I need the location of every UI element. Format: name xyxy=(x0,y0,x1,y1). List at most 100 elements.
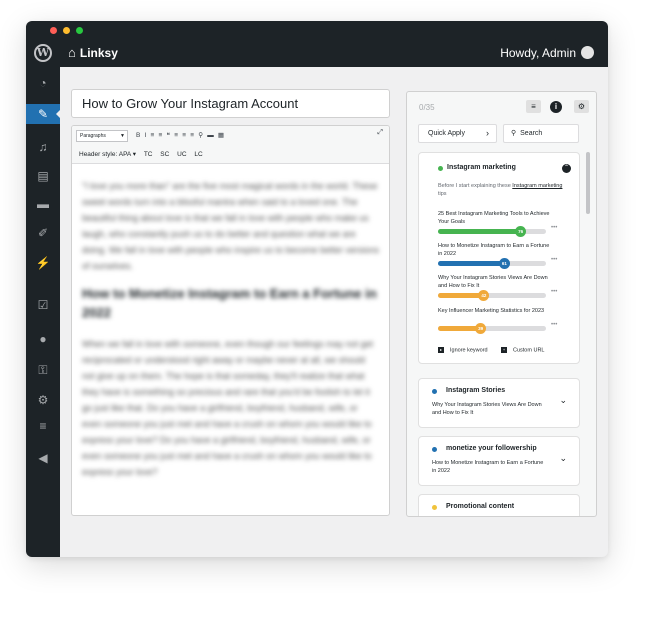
context-text: Before I start explaining these xyxy=(438,183,511,189)
wordpress-logo-icon[interactable]: W xyxy=(34,44,52,62)
media-icon[interactable]: ♫ xyxy=(26,137,60,157)
format-select[interactable]: Paragraphs ▼ xyxy=(76,130,128,142)
status-dot xyxy=(432,505,437,510)
status-dot xyxy=(438,166,443,171)
suggestion-title[interactable]: Key Influencer Marketing Statistics for … xyxy=(438,307,553,315)
info-icon[interactable]: i xyxy=(550,101,562,113)
editor-content[interactable]: "I love you more than" are the five most… xyxy=(82,178,379,490)
status-dot xyxy=(432,389,437,394)
filter-icon[interactable]: ≡ xyxy=(526,100,541,113)
top-suggestion: How to Monetize Instagram to Earn a Fort… xyxy=(432,460,544,474)
more-options-icon[interactable]: ••• xyxy=(551,257,557,263)
relevance-score-badge[interactable]: 39 xyxy=(475,323,487,334)
browser-window: W ⌂ Linksy Howdy, Admin ◔ ✎ ♫ ▤ ▬ ✐ ⚡ ☑ ● ⚿ ⚙ ≡ ◀ How… xyxy=(26,21,608,557)
window-titlebar xyxy=(26,21,608,39)
site-name: Linksy xyxy=(79,46,118,60)
search-button[interactable]: ⚲ Search xyxy=(503,124,579,143)
pages-icon[interactable]: ▤ xyxy=(26,166,60,186)
caret-down-icon: ▾ xyxy=(132,151,136,158)
post-editor: How to Grow Your Instagram Account Parag… xyxy=(71,89,390,516)
context-text: tips xyxy=(438,191,447,197)
close-window-button[interactable] xyxy=(50,27,57,34)
avatar[interactable] xyxy=(581,46,594,59)
header-style-bar: Header style: APA ▾ TC SC UC LC xyxy=(79,150,203,158)
more-options-icon[interactable]: ••• xyxy=(551,225,557,231)
chevron-double-down-icon[interactable]: ⌄ xyxy=(559,453,567,464)
admin-sidebar: ◔ ✎ ♫ ▤ ▬ ✐ ⚡ ☑ ● ⚿ ⚙ ≡ ◀ xyxy=(26,67,61,557)
chevron-double-down-icon[interactable]: ⌄ xyxy=(559,511,567,516)
pin-icon[interactable]: ✎ xyxy=(26,104,61,124)
maximize-window-button[interactable] xyxy=(76,27,83,34)
suggestion-title[interactable]: Why Your Instagram Stories Views Are Dow… xyxy=(438,274,553,290)
minimize-window-button[interactable] xyxy=(63,27,70,34)
appearance-icon[interactable]: ✐ xyxy=(26,223,60,243)
content-heading: How to Monetize Instagram to Earn a Fort… xyxy=(82,286,377,320)
relevance-fill xyxy=(438,229,521,234)
content-paragraph: "I love you more than" are the five most… xyxy=(82,181,379,271)
keyword-title[interactable]: monetize your followership xyxy=(446,445,537,452)
case-tc-button[interactable]: TC xyxy=(144,151,153,158)
suggestion-title[interactable]: How to Monetize Instagram to Earn a Fort… xyxy=(438,242,553,258)
users-icon[interactable]: ● xyxy=(26,329,60,349)
tools-icon[interactable]: ⚿ xyxy=(26,360,60,380)
comments-icon[interactable]: ▬ xyxy=(26,194,60,214)
relevance-score-badge[interactable]: 42 xyxy=(478,290,490,301)
case-lc-button[interactable]: LC xyxy=(194,151,202,158)
sliders-icon[interactable]: ≡ xyxy=(26,416,60,436)
relevance-score-badge[interactable]: 61 xyxy=(498,258,510,269)
ignore-keyword-label: Ignore keyword xyxy=(450,347,488,354)
add-icon: + xyxy=(501,347,507,353)
home-icon: ⌂ xyxy=(68,45,76,60)
keyword-card-collapsed[interactable]: monetize your followership How to Monetiz… xyxy=(418,436,580,486)
keyword-context: Before I start explaining these Instagra… xyxy=(438,182,568,198)
relevance-slider[interactable]: 39 xyxy=(438,323,546,334)
case-sc-button[interactable]: SC xyxy=(160,151,169,158)
fullscreen-icon[interactable]: ⤢ xyxy=(377,129,383,137)
keyword-title[interactable]: Instagram Stories xyxy=(446,387,505,394)
header-style-select[interactable]: Header style: APA xyxy=(79,151,131,158)
applied-count: 0/35 xyxy=(419,103,435,112)
suggestion-title[interactable]: 25 Best Instagram Marketing Tools to Ach… xyxy=(438,210,553,226)
keyword-title[interactable]: Promotional content xyxy=(446,503,514,510)
classic-editor: Paragraphs ▼ B I ≡ ≡ ❝ ≡ ≡ ≡ ⚲ ▬ ▦ ⤢ Hea… xyxy=(71,125,390,516)
panel-scrollbar[interactable] xyxy=(586,152,590,214)
context-keyword-link[interactable]: Instagram marketing xyxy=(512,183,562,189)
dashboard-icon[interactable]: ◔ xyxy=(26,73,60,93)
more-options-icon[interactable]: ••• xyxy=(551,289,557,295)
linksy-icon[interactable]: ☑ xyxy=(26,295,60,315)
relevance-fill xyxy=(438,261,504,266)
formatting-buttons[interactable]: B I ≡ ≡ ❝ ≡ ≡ ≡ ⚲ ▬ ▦ xyxy=(136,131,225,139)
howdy-admin-link[interactable]: Howdy, Admin xyxy=(500,46,576,60)
plugins-icon[interactable]: ⚡ xyxy=(26,253,60,273)
admin-bar: W ⌂ Linksy Howdy, Admin xyxy=(26,39,608,67)
keyword-card-collapsed[interactable]: Promotional contentHow to Monetize Insta… xyxy=(418,494,580,516)
case-uc-button[interactable]: UC xyxy=(177,151,186,158)
chevron-double-down-icon[interactable]: ⌄ xyxy=(559,395,567,406)
settings-icon[interactable]: ⚙ xyxy=(26,390,60,410)
relevance-slider[interactable]: 76 xyxy=(438,226,546,237)
more-options-icon[interactable]: ••• xyxy=(551,322,557,328)
relevance-fill xyxy=(438,293,484,298)
custom-url-option[interactable]: + Custom URL xyxy=(501,347,544,353)
keyword-card-expanded: Instagram marketing ⌃ Before I start exp… xyxy=(418,152,580,364)
keyword-card-collapsed[interactable]: Instagram Stories Why Your Instagram Stor… xyxy=(418,378,580,428)
content-paragraph: When we fall in love with someone, even … xyxy=(82,339,374,477)
relevance-score-badge[interactable]: 76 xyxy=(515,226,527,237)
status-dot xyxy=(432,447,437,452)
site-link[interactable]: ⌂ Linksy xyxy=(68,45,118,60)
search-label: Search xyxy=(520,130,543,137)
search-icon: ⚲ xyxy=(511,130,517,137)
quick-apply-button[interactable]: Quick Apply › xyxy=(418,124,497,143)
keyword-title[interactable]: Instagram marketing xyxy=(447,164,516,171)
chevron-up-icon[interactable]: ⌃ xyxy=(562,164,571,173)
ignore-keyword-option[interactable]: ▸ Ignore keyword xyxy=(438,347,488,353)
relevance-slider[interactable]: 42 xyxy=(438,290,546,301)
caret-down-icon: ▼ xyxy=(120,133,125,139)
post-title-input[interactable]: How to Grow Your Instagram Account xyxy=(71,89,390,118)
quick-apply-label: Quick Apply xyxy=(428,130,465,137)
relevance-slider[interactable]: 61 xyxy=(438,258,546,269)
gear-icon[interactable]: ⚙ xyxy=(574,100,589,113)
chevron-right-icon: › xyxy=(486,128,489,138)
collapse-icon[interactable]: ◀ xyxy=(26,448,60,468)
linksy-panel: 0/35 ≡ i ⚙ Quick Apply › ⚲ Search Instagr… xyxy=(406,91,597,517)
